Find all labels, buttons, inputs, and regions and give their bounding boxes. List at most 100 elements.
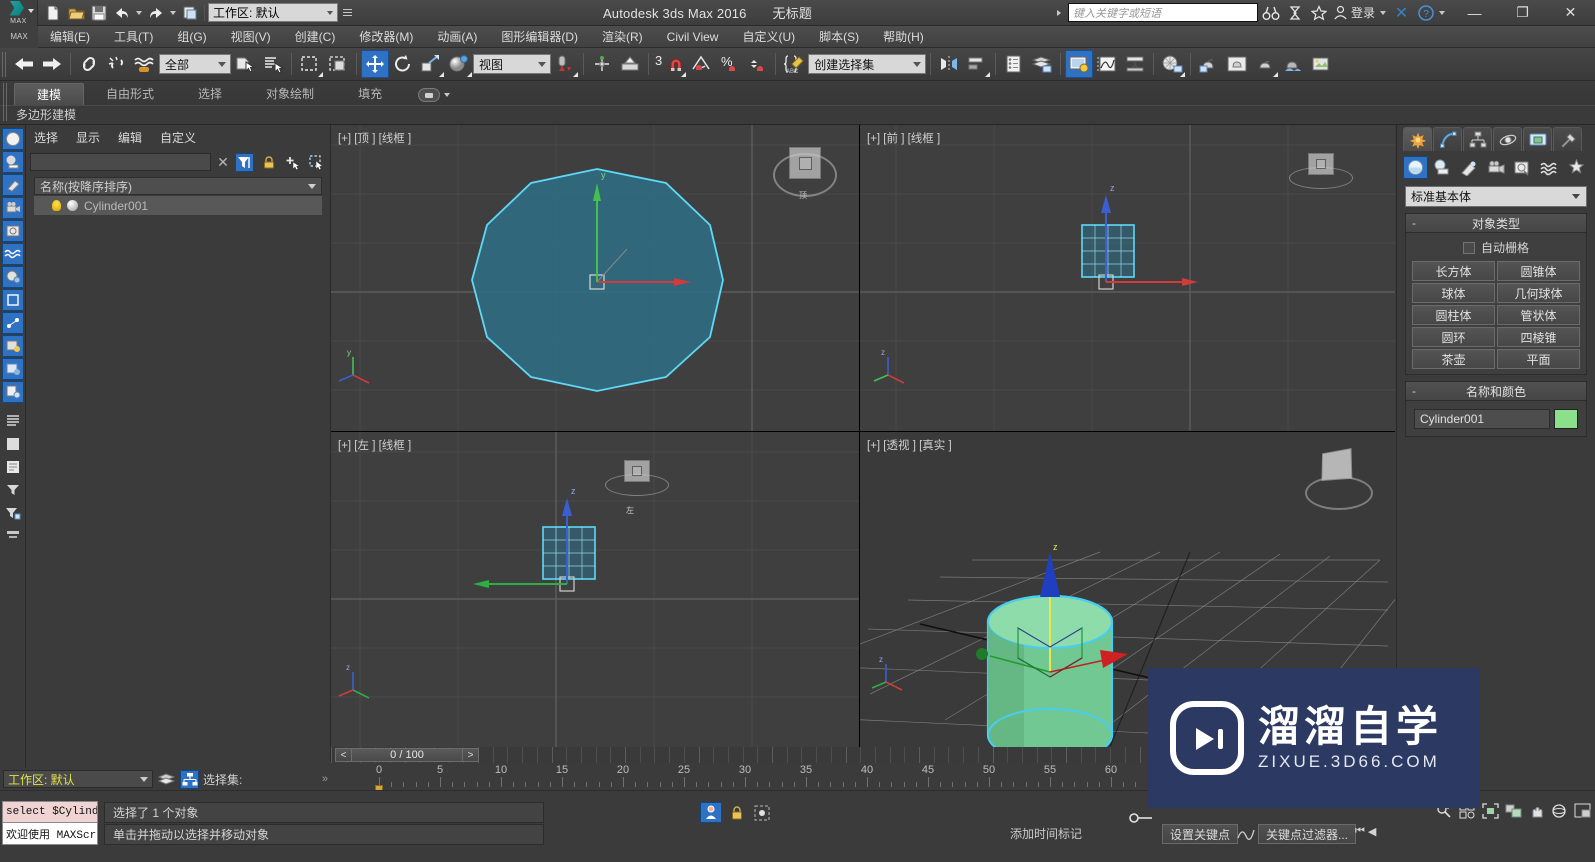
select-and-link-icon[interactable] — [75, 50, 103, 78]
expand-icon[interactable]: » — [322, 773, 328, 785]
geometry-icon[interactable] — [1403, 156, 1428, 179]
viewport-label-left[interactable]: [+] [左 ] [线框 ] — [338, 437, 411, 453]
motion-tab[interactable] — [1493, 127, 1522, 151]
rectangular-selection-region-icon[interactable] — [296, 50, 324, 78]
filter-icon[interactable] — [2, 479, 24, 501]
menu-item-edit[interactable]: 编辑(E) — [38, 26, 102, 48]
view-cube[interactable]: 左 — [605, 456, 669, 520]
help-icon[interactable]: ? — [1415, 2, 1436, 23]
create-cylinder-button[interactable]: 圆柱体 — [1412, 305, 1495, 325]
explorer-menu-display[interactable]: 显示 — [76, 129, 100, 146]
exchange-icon[interactable]: ✕ — [1391, 2, 1412, 23]
create-sphere-button[interactable]: 球体 — [1412, 283, 1495, 303]
object-name-input[interactable]: Cylinder001 — [1414, 409, 1550, 429]
viewport-label-perspective[interactable]: [+] [透视 ] [真实 ] — [867, 437, 952, 453]
create-plane-button[interactable]: 平面 — [1497, 349, 1580, 369]
toolbar-grip[interactable] — [2, 51, 7, 77]
explorer-menu-customize[interactable]: 自定义 — [160, 129, 196, 146]
render-in-cloud-icon[interactable] — [1307, 50, 1335, 78]
menu-item-create[interactable]: 创建(C) — [283, 26, 348, 48]
sort-icon[interactable] — [2, 525, 24, 547]
render-iterative-icon[interactable] — [1251, 50, 1279, 78]
maxscript-output-line[interactable]: 欢迎使用 MAXScr — [2, 823, 98, 845]
explorer-search-input[interactable] — [30, 153, 211, 171]
view-cube[interactable] — [1289, 149, 1353, 213]
material-editor-icon[interactable] — [1065, 50, 1094, 78]
display-tab[interactable] — [1523, 127, 1552, 151]
spinner-snap-toggle-icon[interactable] — [743, 50, 771, 78]
current-frame-label[interactable]: 0 / 100 — [352, 748, 462, 762]
pan-view-icon[interactable] — [1528, 803, 1545, 822]
login-button[interactable]: 登录 — [1333, 4, 1375, 21]
create-tube-button[interactable]: 管状体 — [1497, 305, 1580, 325]
object-color-swatch[interactable] — [1554, 409, 1578, 429]
schematic-view-icon[interactable] — [1121, 50, 1149, 78]
chevron-right-icon[interactable] — [1056, 9, 1061, 16]
zoom-extents-icon[interactable] — [1482, 803, 1499, 822]
create-cone-button[interactable]: 圆锥体 — [1497, 261, 1580, 281]
link-nodes-icon[interactable] — [1, 312, 24, 334]
create-box-button[interactable]: 长方体 — [1412, 261, 1495, 281]
systems-icon[interactable] — [1564, 156, 1589, 179]
object-props-icon[interactable] — [1, 381, 24, 403]
binoculars-icon[interactable] — [1261, 2, 1282, 23]
max-app-button[interactable]: MAX — [0, 0, 38, 26]
unlink-selection-icon[interactable] — [103, 50, 131, 78]
menu-item-rendering[interactable]: 渲染(R) — [590, 26, 655, 48]
viewport-left[interactable]: z z 左 [+] [左 ] [线框 ] — [331, 432, 859, 747]
space-warps-panel-icon[interactable] — [1, 243, 24, 265]
filter-settings-icon[interactable] — [2, 502, 24, 524]
menu-item-animation[interactable]: 动画(A) — [425, 26, 489, 48]
angle-snap-toggle-icon[interactable] — [687, 50, 715, 78]
bind-to-space-warp-icon[interactable] — [131, 50, 159, 78]
sync-selection-icon[interactable] — [307, 153, 326, 172]
utilities-tab[interactable] — [1553, 127, 1582, 151]
menu-item-customize[interactable]: 自定义(U) — [730, 26, 807, 48]
layer-manager-icon[interactable] — [1000, 50, 1028, 78]
view-cube[interactable]: 顶 — [773, 139, 837, 203]
close-button[interactable]: ✕ — [1548, 0, 1593, 26]
cameras-panel-icon[interactable] — [1, 197, 24, 219]
rollout-collapse-icon[interactable]: - — [1412, 216, 1416, 230]
render-production-icon[interactable] — [1195, 50, 1223, 78]
rollout-collapse-icon[interactable]: - — [1412, 384, 1416, 398]
workspace-more-button[interactable] — [339, 3, 355, 22]
key-mode-icon[interactable] — [1128, 811, 1154, 825]
curve-editor-icon[interactable] — [1093, 50, 1121, 78]
render-setup-icon[interactable] — [1158, 50, 1186, 78]
zoom-region-icon[interactable] — [1505, 803, 1522, 822]
hierarchy-tab[interactable] — [1463, 127, 1492, 151]
use-selection-center-icon[interactable] — [588, 50, 616, 78]
object-type-rollout-header[interactable]: - 对象类型 — [1406, 214, 1586, 233]
lock-selection-icon[interactable] — [727, 802, 747, 823]
undo-scene-icon[interactable] — [10, 50, 38, 78]
chevron-down-icon[interactable] — [444, 93, 451, 97]
lock-icon[interactable] — [259, 153, 278, 172]
subcategory-dropdown[interactable]: 标准基本体 — [1405, 186, 1587, 207]
explorer-column-header[interactable]: 名称(按降序排序) — [34, 177, 322, 195]
ribbon-display-options-icon[interactable] — [418, 88, 441, 102]
helpers-panel-icon[interactable] — [1, 220, 24, 242]
menu-item-civil-view[interactable]: Civil View — [655, 26, 731, 48]
menu-item-modifiers[interactable]: 修改器(M) — [347, 26, 425, 48]
reference-coord-system-dropdown[interactable]: 视图 — [473, 54, 551, 74]
next-frame-button[interactable]: > — [462, 748, 479, 762]
absolute-relative-toggle-icon[interactable] — [700, 802, 722, 823]
selection-center-icon[interactable] — [751, 802, 773, 823]
menu-item-graph-editors[interactable]: 图形编辑器(D) — [489, 26, 590, 48]
menu-max-button[interactable]: MAX — [0, 25, 38, 48]
select-and-rotate-icon[interactable] — [389, 50, 417, 78]
new-icon[interactable] — [42, 2, 64, 24]
window-crossing-icon[interactable] — [324, 50, 352, 78]
modify-tab[interactable] — [1433, 127, 1462, 151]
list-item[interactable]: Cylinder001 — [34, 196, 322, 215]
scene-explorer-toolbar-icon[interactable] — [1028, 50, 1056, 78]
use-transform-coordinate-center-icon[interactable] — [616, 50, 644, 78]
edit-named-selection-sets-icon[interactable]: ABC — [780, 50, 808, 78]
scene-state-icon[interactable] — [1, 358, 24, 380]
light-lister-icon[interactable] — [1, 335, 24, 357]
select-and-scale-icon[interactable] — [417, 50, 445, 78]
viewport-label-front[interactable]: [+] [前 ] [线框 ] — [867, 130, 940, 146]
ribbon-tab-modeling[interactable]: 建模 — [14, 83, 85, 105]
explorer-menu-select[interactable]: 选择 — [34, 129, 58, 146]
